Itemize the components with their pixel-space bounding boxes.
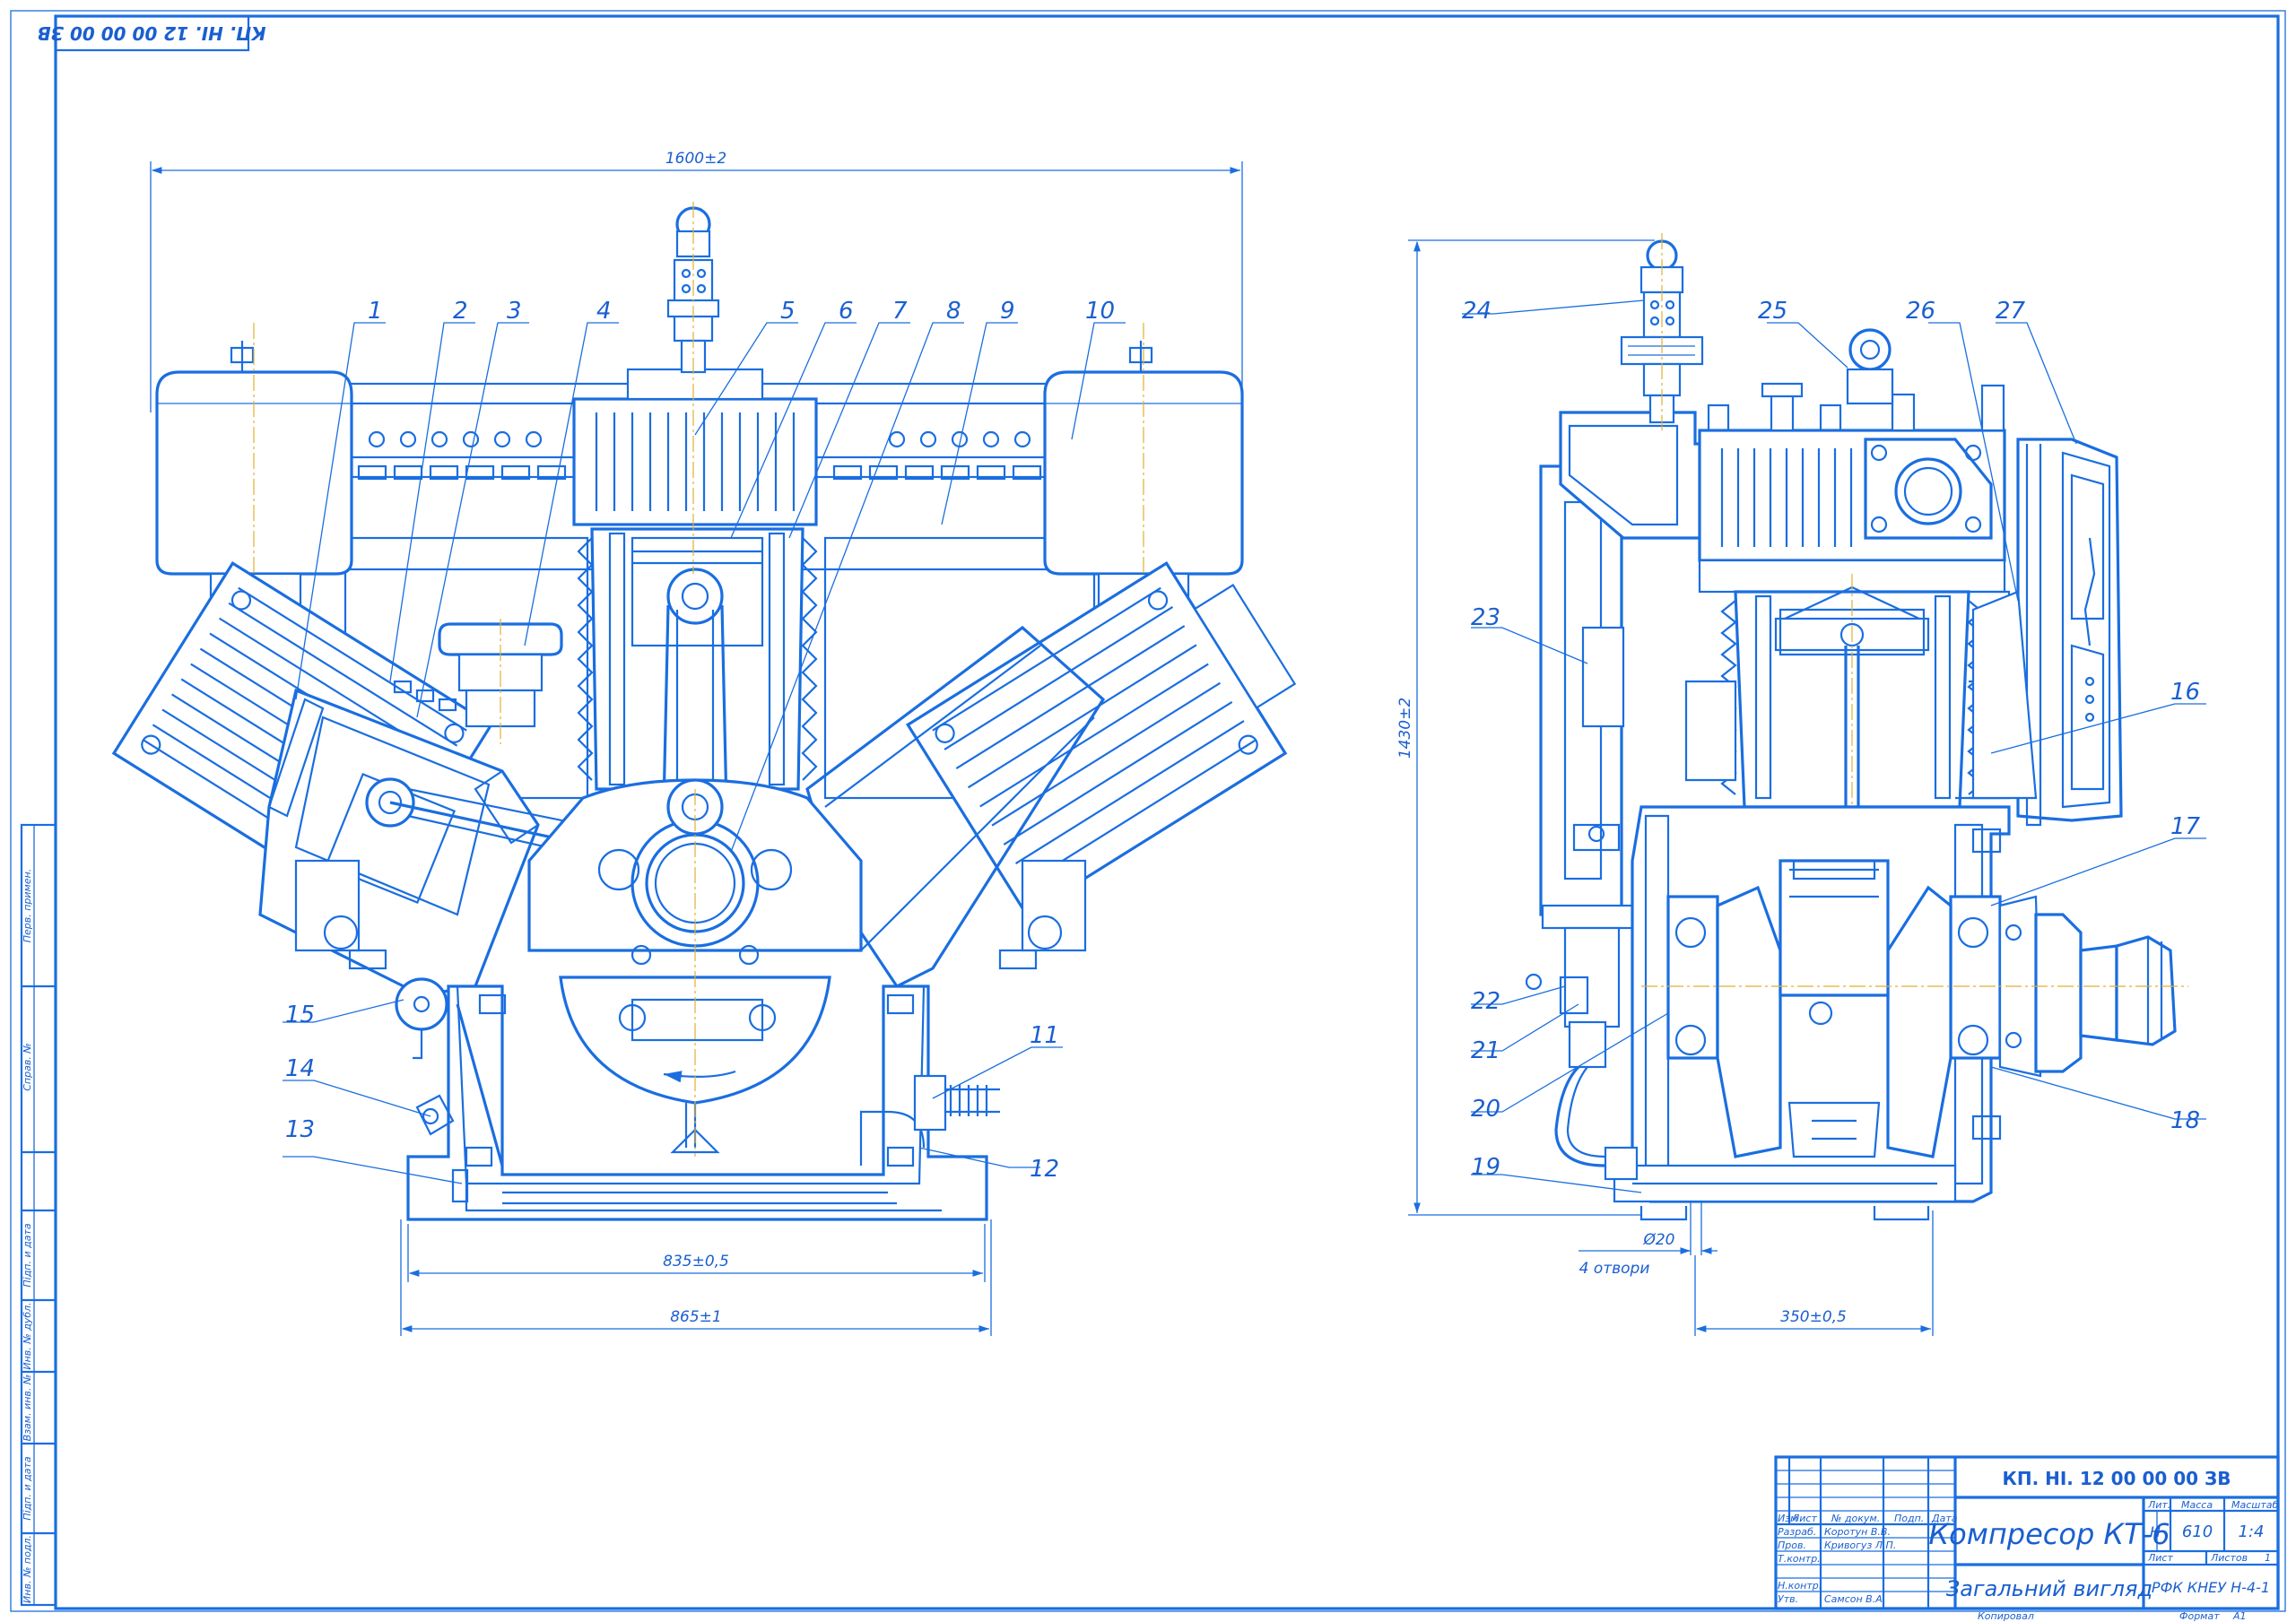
side-stamp-sprav: Справ. № bbox=[22, 1043, 33, 1091]
part-label-23: 23 bbox=[1471, 604, 1500, 631]
part-label-13: 13 bbox=[285, 1116, 315, 1143]
tb-col-podp: Подп. bbox=[1894, 1513, 1924, 1524]
dim-base-outer: 865±1 bbox=[400, 1219, 992, 1336]
tb-massa-value: 610 bbox=[2182, 1522, 2213, 1541]
part-label-8: 8 bbox=[946, 298, 961, 325]
top-stamp: КП. НІ. 12 00 00 00 ЗВ bbox=[37, 14, 266, 52]
center-cylinder bbox=[572, 368, 818, 809]
tb-razrab-role: Разраб. bbox=[1778, 1526, 1816, 1538]
tb-view-name: Загальний вигляд bbox=[1946, 1576, 2152, 1601]
tb-col-dokum: № докум. bbox=[1831, 1513, 1880, 1524]
part-label-16: 16 bbox=[2170, 679, 2200, 706]
part-label-26: 26 bbox=[1906, 298, 1935, 325]
side-stamp-inv-dubl: Инв. № дубл. bbox=[22, 1302, 33, 1369]
part-label-25: 25 bbox=[1758, 298, 1787, 325]
side-safety-valve bbox=[1620, 233, 1704, 430]
part-label-9: 9 bbox=[1000, 298, 1015, 325]
side-crankcase bbox=[1631, 805, 2011, 1203]
side-stamp: Перв. примен. Справ. № Підп. и дата Инв.… bbox=[20, 823, 57, 1607]
part-label-27: 27 bbox=[1996, 298, 2026, 325]
dim-base-inner-text: 835±0,5 bbox=[663, 1253, 729, 1271]
tb-format-label: Формат bbox=[2179, 1610, 2220, 1622]
part-label-17: 17 bbox=[2170, 813, 2201, 840]
tb-lit-label: Лит. bbox=[2147, 1499, 2170, 1511]
tb-kopiroval: Копировал bbox=[1978, 1610, 2034, 1622]
part-label-14: 14 bbox=[285, 1055, 315, 1082]
side-stamp-inv-podl: Инв. № подл. bbox=[22, 1535, 33, 1603]
dim-hole-dia-text: Ø20 bbox=[1642, 1231, 1674, 1249]
part-label-20: 20 bbox=[1471, 1096, 1500, 1123]
tb-doc-number: КП. НІ. 12 00 00 00 ЗВ bbox=[2002, 1468, 2231, 1489]
part-label-18: 18 bbox=[2170, 1107, 2200, 1134]
tb-tkontr-role: Т.контр. bbox=[1778, 1553, 1821, 1565]
part-label-19: 19 bbox=[1471, 1154, 1500, 1181]
tb-utv-role: Утв. bbox=[1778, 1593, 1798, 1605]
front-view: 1600±2 835±0,5 865±1 1 2 3 4 5 6 7 8 9 1… bbox=[111, 150, 1297, 1336]
dim-holes-note-text: 4 отвори bbox=[1579, 1260, 1650, 1278]
part-label-6: 6 bbox=[839, 298, 854, 325]
tb-product-name: Компресор КТ-6 bbox=[1928, 1517, 2170, 1551]
tb-listov-value: 1 bbox=[2265, 1552, 2271, 1564]
tb-masshtab-label: Масштаб bbox=[2231, 1499, 2278, 1511]
tb-massa-label: Масса bbox=[2181, 1499, 2213, 1511]
side-stamp-perv: Перв. примен. bbox=[22, 869, 33, 943]
top-stamp-text: КП. НІ. 12 00 00 00 ЗВ bbox=[37, 22, 265, 44]
side-stamp-podp2: Підп. и дата bbox=[22, 1456, 33, 1521]
tb-prov-role: Пров. bbox=[1778, 1540, 1806, 1551]
part-label-10: 10 bbox=[1085, 298, 1115, 325]
dim-base-inner: 835±0,5 bbox=[407, 1224, 986, 1282]
assembly-drawing-sheet: КП. НІ. 12 00 00 00 ЗВ Перв. примен. Спр… bbox=[10, 10, 2286, 1622]
side-view: 1430±2 350±0,5 Ø20 4 отвори 16 17 18 19 … bbox=[1396, 233, 2206, 1336]
side-stamp-podp1: Підп. и дата bbox=[22, 1223, 33, 1288]
tb-list-label: Лист bbox=[2147, 1552, 2173, 1564]
part-label-12: 12 bbox=[1030, 1156, 1059, 1183]
part-label-3: 3 bbox=[507, 298, 522, 325]
part-label-2: 2 bbox=[453, 298, 468, 325]
part-label-7: 7 bbox=[892, 298, 908, 325]
tb-utv-name: Самсон В.А. bbox=[1824, 1593, 1885, 1605]
side-cooler-column bbox=[1525, 464, 1634, 1167]
dim-side-base: 350±0,5 bbox=[1694, 1210, 1934, 1336]
part-label-15: 15 bbox=[285, 1002, 315, 1028]
part-label-21: 21 bbox=[1471, 1037, 1500, 1064]
tb-razrab-name: Коротун В.В. bbox=[1824, 1526, 1891, 1538]
part-label-4: 4 bbox=[596, 298, 612, 325]
part-label-5: 5 bbox=[780, 298, 796, 325]
dim-base-outer-text: 865±1 bbox=[670, 1308, 722, 1326]
tb-listov-label: Листов bbox=[2210, 1552, 2248, 1564]
tb-organization: РФК КНЕУ Н-4-1 bbox=[2152, 1579, 2270, 1596]
tb-format-value: А1 bbox=[2232, 1610, 2247, 1622]
tb-prov-name: Кривогуз Л.П. bbox=[1824, 1540, 1896, 1551]
side-stamp-vzam: Взам. инв. № bbox=[22, 1375, 33, 1442]
part-label-24: 24 bbox=[1462, 298, 1492, 325]
dim-overall-width-text: 1600±2 bbox=[665, 150, 726, 168]
part-label-1: 1 bbox=[368, 298, 383, 325]
tb-lit-value: Н bbox=[2150, 1523, 2161, 1540]
part-label-22: 22 bbox=[1471, 988, 1500, 1015]
dim-hole: Ø20 4 отвори bbox=[1578, 1231, 1718, 1278]
tb-col-list: Лист bbox=[1791, 1513, 1817, 1524]
side-cylinder-head bbox=[1559, 328, 2006, 567]
right-cylinder bbox=[906, 560, 1297, 917]
dim-side-base-text: 350±0,5 bbox=[1780, 1308, 1847, 1326]
part-label-11: 11 bbox=[1030, 1022, 1059, 1049]
tb-nkontr-role: Н.контр. bbox=[1778, 1580, 1822, 1592]
tb-masshtab-value: 1:4 bbox=[2239, 1522, 2265, 1541]
title-block: Изм Лист № докум. Подп. Дата Разраб. Кор… bbox=[1774, 1455, 2280, 1622]
dim-overall-height-text: 1430±2 bbox=[1396, 698, 1414, 759]
crankcase bbox=[527, 778, 863, 1157]
